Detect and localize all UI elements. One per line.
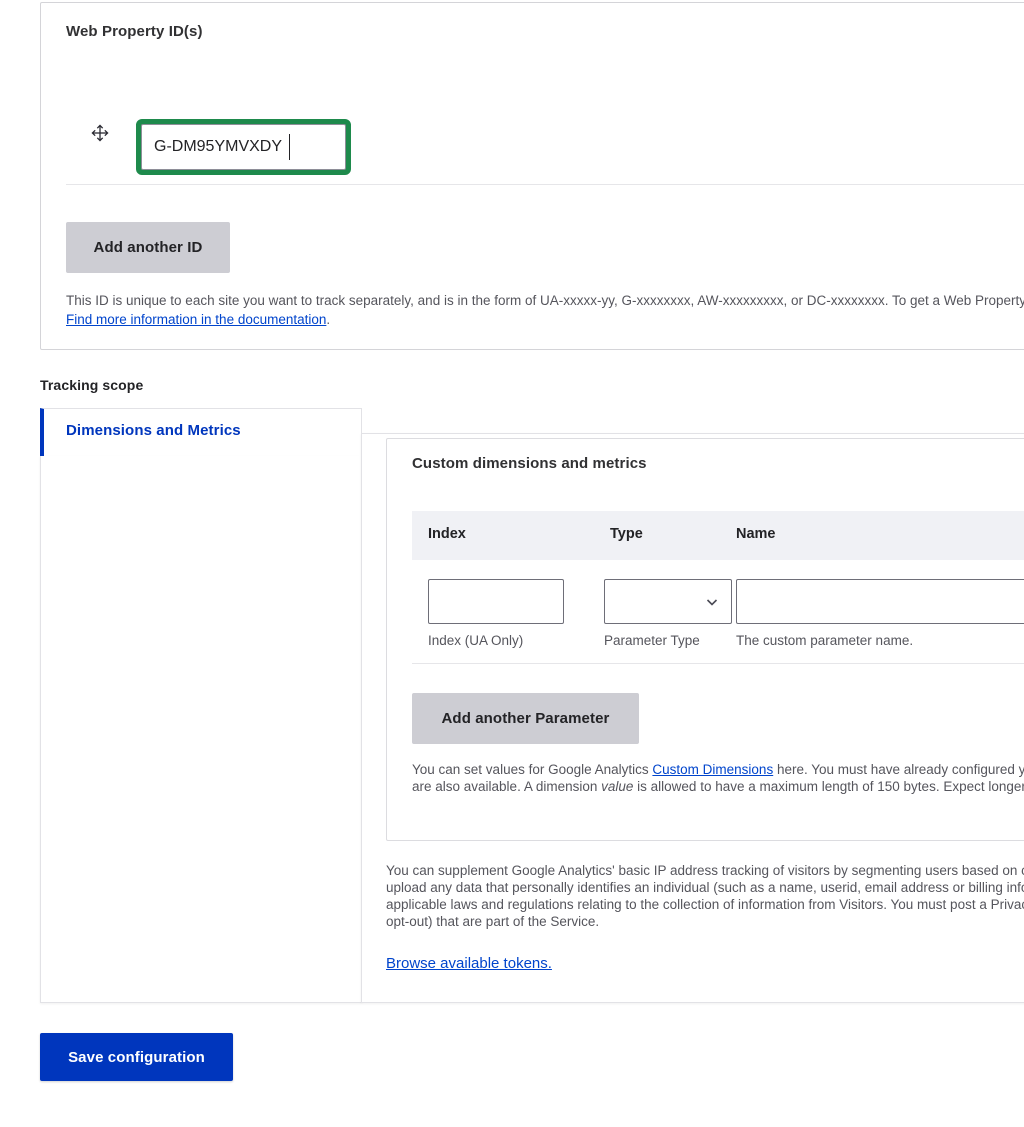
add-another-parameter-button[interactable]: Add another Parameter — [412, 693, 639, 744]
table-header-row: Index Type Name — [412, 511, 1024, 560]
privacy-notice-line3: applicable laws and regulations relating… — [386, 897, 1024, 912]
web-property-legend: Web Property ID(s) — [66, 23, 203, 40]
parameter-type-select[interactable] — [604, 579, 732, 624]
web-property-id-input[interactable] — [141, 124, 346, 170]
chevron-down-icon — [705, 595, 719, 609]
parameter-type-hint: Parameter Type — [604, 633, 700, 648]
web-property-id-focus-ring — [136, 119, 351, 175]
custom-dimensions-desc-line2b: is allowed to have a maximum length of 1… — [633, 779, 1024, 794]
dimensions-metrics-panel: Custom dimensions and metrics Index Type… — [361, 433, 1024, 1003]
column-header-type: Type — [610, 526, 643, 542]
table-row: Index (UA Only) Parameter Type The custo… — [412, 560, 1024, 664]
custom-dimensions-desc-post: here. You must have already configured y… — [773, 762, 1024, 777]
custom-dimensions-description: You can set values for Google Analytics … — [412, 761, 1024, 795]
custom-dimensions-desc-italic: value — [601, 779, 634, 794]
column-header-index: Index — [428, 526, 466, 542]
privacy-notice-line2: upload any data that personally identifi… — [386, 880, 1024, 895]
privacy-notice-line1: You can supplement Google Analytics' bas… — [386, 863, 1024, 878]
documentation-link[interactable]: Find more information in the documentati… — [66, 312, 326, 327]
web-property-id-row — [66, 113, 1024, 185]
web-property-doc-line: Find more information in the documentati… — [66, 310, 330, 330]
column-header-name: Name — [736, 526, 776, 542]
save-configuration-button[interactable]: Save configuration — [40, 1033, 233, 1081]
privacy-notice-line4: opt-out) that are part of the Service. — [386, 914, 600, 929]
move-arrows-icon[interactable] — [90, 123, 110, 143]
tab-dimensions-and-metrics[interactable]: Dimensions and Metrics — [40, 408, 362, 456]
browse-available-tokens-link[interactable]: Browse available tokens. — [386, 955, 552, 972]
web-property-description-text: This ID is unique to each site you want … — [66, 293, 1024, 308]
web-property-description: This ID is unique to each site you want … — [66, 291, 1024, 311]
doc-link-suffix: . — [326, 312, 331, 327]
parameter-name-input[interactable] — [736, 579, 1024, 624]
parameter-index-input[interactable] — [428, 579, 564, 624]
custom-dimensions-link[interactable]: Custom Dimensions — [652, 762, 773, 777]
custom-dimensions-legend: Custom dimensions and metrics — [412, 455, 647, 472]
parameter-index-hint: Index (UA Only) — [428, 633, 524, 648]
tab-panel-background — [40, 456, 362, 1003]
custom-dimensions-desc-pre: You can set values for Google Analytics — [412, 762, 653, 777]
page-root: Web Property ID(s) Add another ID This I… — [0, 0, 1024, 1127]
tracking-scope-label: Tracking scope — [40, 377, 144, 393]
privacy-notice: You can supplement Google Analytics' bas… — [386, 862, 1024, 930]
custom-dimensions-desc-line2a: are also available. A dimension — [412, 779, 602, 794]
add-another-id-button[interactable]: Add another ID — [66, 222, 230, 273]
parameter-name-hint: The custom parameter name. — [736, 633, 914, 648]
text-caret — [289, 134, 290, 160]
tab-dimensions-and-metrics-label: Dimensions and Metrics — [66, 422, 241, 439]
custom-dimensions-fieldset: Custom dimensions and metrics Index Type… — [386, 438, 1024, 841]
web-property-fieldset: Web Property ID(s) Add another ID This I… — [40, 2, 1024, 350]
